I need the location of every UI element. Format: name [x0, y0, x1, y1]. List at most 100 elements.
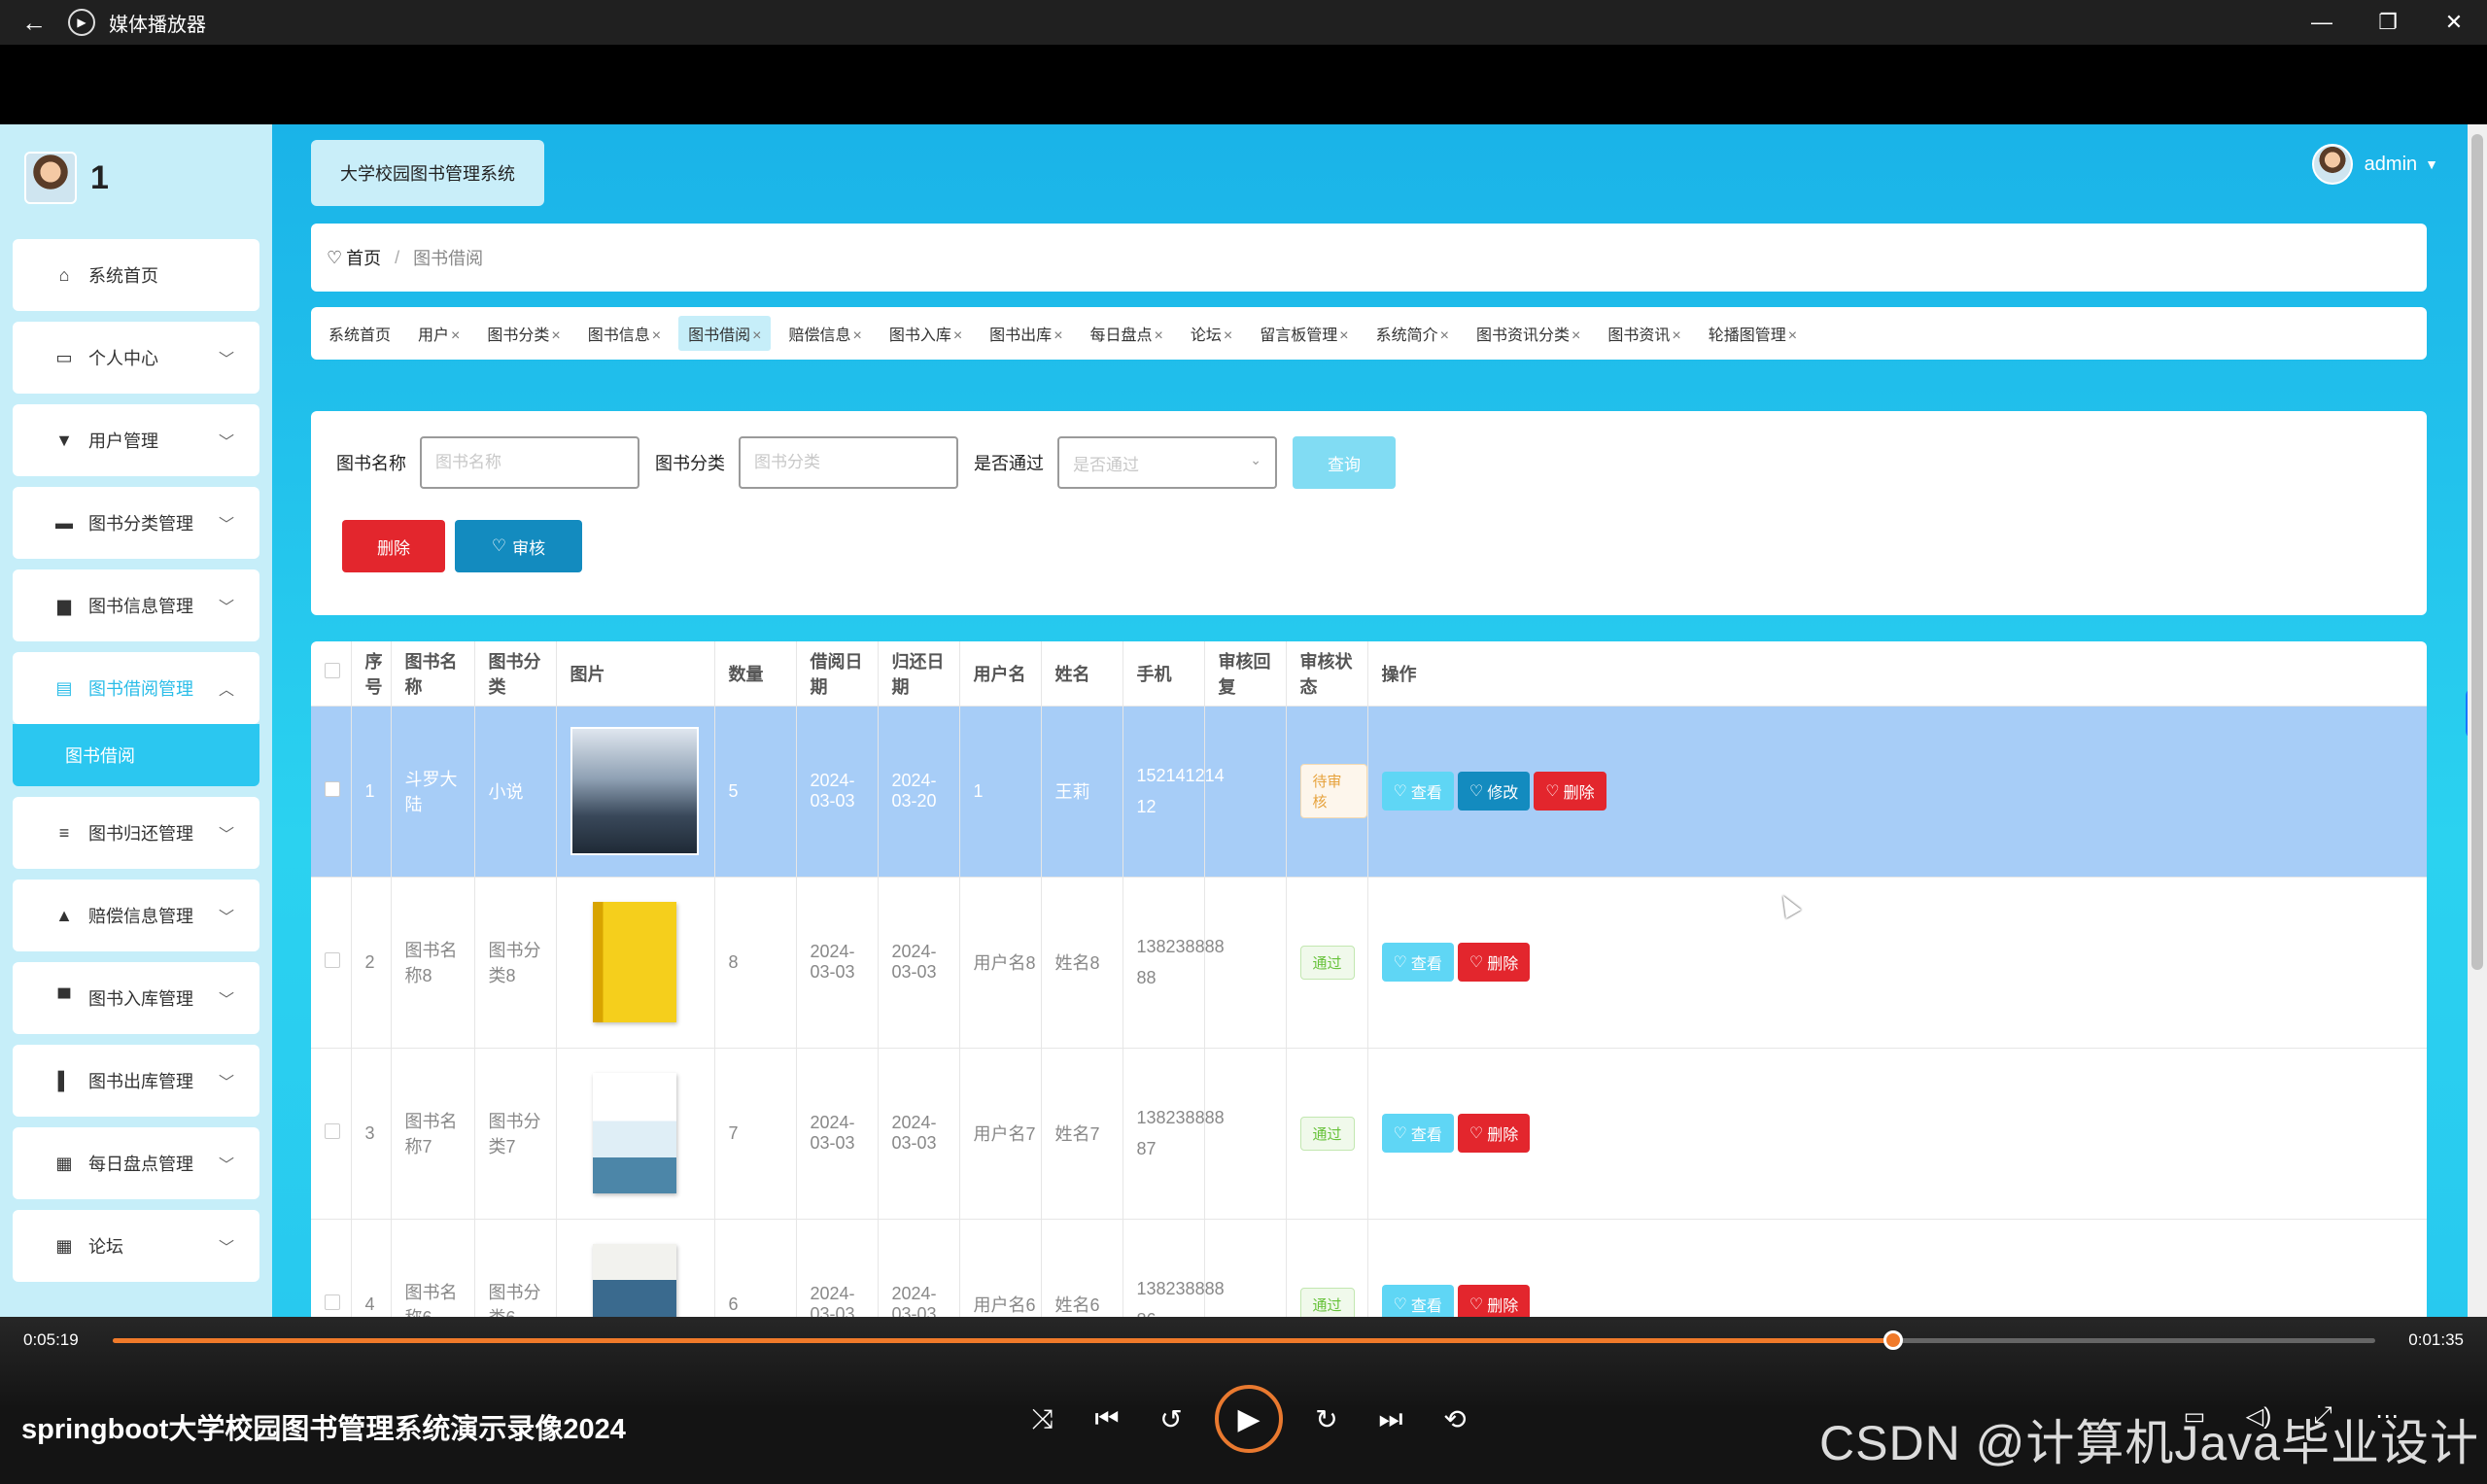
close-icon[interactable]: ×	[451, 328, 460, 344]
seek-handle[interactable]	[1883, 1330, 1904, 1350]
play-button[interactable]: ▶	[1215, 1385, 1283, 1453]
sidebar-subitem-borrow[interactable]: 图书借阅	[13, 724, 259, 786]
delete-button[interactable]: ♡ 删除	[1457, 943, 1531, 982]
page-scrollbar[interactable]	[2468, 124, 2487, 1317]
row-checkbox[interactable]	[325, 780, 340, 797]
table-row[interactable]: 2 图书名称8 图书分类8 8 2024-03-03 2024-03-03 用户名8 姓名8 1…	[311, 877, 2427, 1049]
close-icon[interactable]: ×	[953, 328, 962, 344]
close-icon[interactable]: ×	[1054, 328, 1062, 344]
sidebar-item-2[interactable]: ▼ 用户管理 ﹀	[13, 404, 259, 476]
select-all-checkbox[interactable]	[325, 663, 340, 679]
close-icon[interactable]: ×	[652, 328, 661, 344]
cell-return-date: 2024-03-03	[878, 1048, 960, 1220]
cell-phone: 138238888 88	[1123, 877, 1225, 1049]
status-badge: 通过	[1299, 1116, 1355, 1151]
close-icon[interactable]: ×	[1788, 328, 1797, 344]
cell-category: 图书分类6	[474, 1219, 557, 1317]
forward-30-icon[interactable]: ↻	[1295, 1387, 1359, 1451]
tab-label: 系统简介	[1375, 328, 1438, 344]
tab-12[interactable]: 图书资讯分类 ×	[1467, 316, 1590, 351]
tab-0[interactable]: 系统首页	[319, 316, 400, 351]
restore-icon[interactable]: ❐	[2355, 0, 2421, 45]
row-checkbox[interactable]	[325, 1294, 340, 1310]
row-checkbox[interactable]	[325, 951, 340, 968]
close-icon[interactable]: ×	[551, 328, 560, 344]
borrow-table: 序号 图书名称 图书分类 图片 数量 借阅日期 归还日期 用户名 姓名 手机 审核回复 审核状态 操作 …	[311, 641, 2427, 1317]
heart-icon: ♡	[1393, 1296, 1407, 1313]
view-button[interactable]: ♡ 查看	[1381, 772, 1454, 811]
tab-7[interactable]: 图书出库 ×	[980, 316, 1072, 351]
tab-4[interactable]: 图书借阅 ×	[678, 316, 772, 351]
passed-select[interactable]: 是否通过 ⌄	[1057, 436, 1277, 489]
tab-3[interactable]: 图书信息 ×	[578, 316, 671, 351]
table-row[interactable]: 4图书名称6图书分类662024-03-032024-03-03用户名6姓名61…	[311, 1219, 2427, 1317]
close-icon[interactable]: ×	[752, 328, 761, 344]
edit-button-label: 修改	[1487, 785, 1519, 802]
row-select-cell[interactable]	[311, 877, 352, 1049]
close-icon[interactable]: ×	[1155, 328, 1163, 344]
repeat-off-icon[interactable]: ⟲	[1423, 1387, 1487, 1451]
sidebar-item-4[interactable]: ▆ 图书信息管理 ﹀	[13, 569, 259, 641]
sidebar-item-5[interactable]: ▤ 图书借阅管理 ︿	[13, 652, 259, 724]
next-icon[interactable]: ⏭	[1359, 1387, 1423, 1451]
row-select-cell[interactable]	[311, 706, 352, 878]
minimize-icon[interactable]: —	[2289, 0, 2355, 45]
sidebar-item-10[interactable]: ▦ 每日盘点管理 ﹀	[13, 1127, 259, 1199]
tab-6[interactable]: 图书入库 ×	[880, 316, 972, 351]
query-button[interactable]: 查询	[1293, 436, 1396, 489]
caret-down-icon: ▼	[2425, 156, 2438, 172]
close-icon[interactable]: ×	[1572, 328, 1580, 344]
close-icon[interactable]: ×	[1440, 328, 1449, 344]
audit-button[interactable]: ♡ 审核	[455, 520, 582, 572]
bulk-delete-button[interactable]: 删除	[342, 520, 445, 572]
seek-bar[interactable]	[113, 1330, 2375, 1350]
breadcrumb-home[interactable]: ♡ 首页	[327, 245, 381, 270]
table-row[interactable]: 1 斗罗大陆 小说 5 2024-03-03 2024-03-20 1 王莉 152141214…	[311, 706, 2427, 878]
tab-11[interactable]: 系统简介 ×	[1366, 316, 1459, 351]
tab-13[interactable]: 图书资讯 ×	[1598, 316, 1690, 351]
tab-8[interactable]: 每日盘点 ×	[1081, 316, 1173, 351]
heart-icon: ♡	[327, 247, 343, 267]
view-button[interactable]: ♡ 查看	[1381, 943, 1454, 982]
book-name-input[interactable]	[420, 436, 639, 489]
scrollbar-thumb[interactable]	[2471, 134, 2483, 970]
view-button[interactable]: ♡ 查看	[1381, 1285, 1454, 1317]
row-checkbox[interactable]	[325, 1122, 340, 1139]
close-icon[interactable]: ✕	[2421, 0, 2487, 45]
tab-2[interactable]: 图书分类 ×	[477, 316, 570, 351]
sidebar-item-6[interactable]: ≡ 图书归还管理 ﹀	[13, 797, 259, 869]
shuffle-icon[interactable]: ⤨	[1011, 1387, 1075, 1451]
close-icon[interactable]: ×	[1339, 328, 1348, 344]
close-icon[interactable]: ×	[1224, 328, 1232, 344]
sidebar-item-label: 系统首页	[88, 266, 158, 286]
tab-5[interactable]: 赔偿信息 ×	[778, 316, 871, 351]
tab-9[interactable]: 论坛 ×	[1181, 316, 1242, 351]
rewind-10-icon[interactable]: ↺	[1139, 1387, 1203, 1451]
row-select-cell[interactable]	[311, 1048, 352, 1220]
edit-button[interactable]: ♡ 修改	[1457, 772, 1531, 811]
sidebar-item-11[interactable]: ▦ 论坛 ﹀	[13, 1210, 259, 1282]
delete-button[interactable]: ♡ 删除	[1457, 1114, 1531, 1153]
delete-button[interactable]: ♡ 删除	[1534, 772, 1606, 811]
sidebar-item-0[interactable]: ⌂ 系统首页	[13, 239, 259, 311]
tab-14[interactable]: 轮播图管理 ×	[1699, 316, 1807, 351]
close-icon[interactable]: ×	[1672, 328, 1680, 344]
column-header: 数量	[714, 641, 797, 707]
table-row[interactable]: 3 图书名称7 图书分类7 7 2024-03-03 2024-03-03 用户名7 姓名7 1…	[311, 1048, 2427, 1220]
tab-10[interactable]: 留言板管理 ×	[1250, 316, 1358, 351]
delete-button[interactable]: ♡ 删除	[1457, 1285, 1531, 1317]
sidebar-item-3[interactable]: ▬ 图书分类管理 ﹀	[13, 487, 259, 559]
user-menu[interactable]: admin ▼	[2311, 144, 2438, 185]
tab-1[interactable]: 用户 ×	[408, 316, 469, 351]
previous-icon[interactable]: ⏮	[1075, 1387, 1139, 1451]
book-category-input[interactable]	[739, 436, 958, 489]
close-icon[interactable]: ×	[852, 328, 861, 344]
sidebar-item-1[interactable]: ▭ 个人中心 ﹀	[13, 322, 259, 394]
row-select-cell[interactable]	[311, 1219, 352, 1317]
sidebar-item-9[interactable]: ▌ 图书出库管理 ﹀	[13, 1045, 259, 1117]
view-button[interactable]: ♡ 查看	[1381, 1114, 1454, 1153]
sidebar-item-8[interactable]: ▀ 图书入库管理 ﹀	[13, 962, 259, 1034]
select-all-cell[interactable]	[311, 641, 352, 707]
back-arrow-icon[interactable]: ←	[0, 8, 68, 38]
sidebar-item-7[interactable]: ▲ 赔偿信息管理 ﹀	[13, 880, 259, 951]
